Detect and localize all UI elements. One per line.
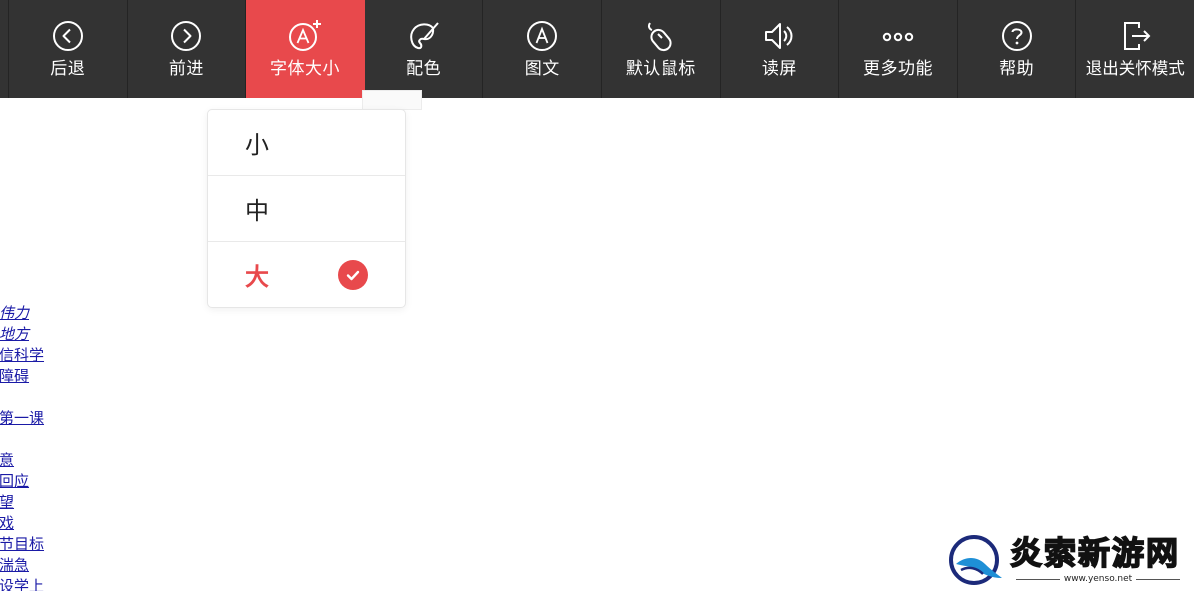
option-label: 中 (245, 197, 269, 225)
check-icon (338, 259, 368, 290)
page-link[interactable]: 信科学 (0, 345, 44, 365)
back-button[interactable]: 后退 (9, 0, 128, 98)
forward-button[interactable]: 前进 (128, 0, 247, 98)
page-link[interactable]: 地方 (0, 324, 29, 344)
page-link[interactable]: 戏 (0, 513, 14, 533)
font-size-menu: 小 中 大 (207, 109, 406, 308)
tooltip-ghost (362, 90, 422, 110)
exit-care-mode-label: 退出关怀模式 (1085, 59, 1185, 78)
text-image-label: 图文 (524, 59, 560, 79)
watermark-url: www.yenso.net (1063, 574, 1133, 584)
forward-label: 前进 (168, 59, 204, 79)
page-link[interactable]: 望 (0, 492, 14, 512)
option-label: 小 (245, 131, 269, 159)
page-link[interactable]: 意 (0, 450, 14, 470)
more-functions-button[interactable]: 更多功能 (839, 0, 958, 98)
divider (1136, 578, 1181, 580)
toolbar-edge (0, 0, 9, 98)
default-mouse-button[interactable]: 默认鼠标 (602, 0, 721, 98)
font-size-option-medium[interactable]: 中 (208, 176, 405, 242)
help-label: 帮助 (999, 59, 1035, 79)
palette-icon (409, 22, 439, 50)
font-size-option-large[interactable]: 大 (208, 242, 405, 307)
more-icon (882, 32, 914, 42)
screen-reader-button[interactable]: 读屏 (721, 0, 840, 98)
more-functions-label: 更多功能 (863, 59, 934, 79)
exit-care-mode-button[interactable]: 退出关怀模式 (1076, 0, 1194, 98)
color-scheme-button[interactable]: 配色 (365, 0, 484, 98)
text-image-icon (527, 21, 558, 51)
text-image-button[interactable]: 图文 (483, 0, 603, 98)
watermark-logo-icon (949, 535, 1002, 585)
mouse-icon (647, 22, 672, 52)
exit-icon (1124, 22, 1151, 50)
font-size-option-small[interactable]: 小 (208, 110, 405, 176)
watermark-url-row: www.yenso.net (1012, 573, 1184, 585)
help-button[interactable]: 帮助 (958, 0, 1077, 98)
default-mouse-label: 默认鼠标 (625, 59, 696, 79)
page-link[interactable]: 障碍 (0, 366, 29, 386)
page-link[interactable]: 设学上 (0, 576, 44, 591)
page-link[interactable]: 节目标 (0, 534, 44, 554)
watermark-brand: 炎索新游网 (1009, 533, 1181, 573)
divider (1016, 578, 1060, 580)
font-size-label: 字体大小 (269, 59, 340, 79)
accessibility-toolbar: 后退 前进 字体大小 配色 图文 默认鼠标 读屏 更多功能 帮助 退出关怀模式 (0, 0, 1194, 98)
page-link[interactable]: 第一课 (0, 408, 44, 428)
back-label: 后退 (50, 59, 86, 79)
help-icon (1001, 21, 1032, 51)
option-label: 大 (245, 263, 269, 291)
page-link[interactable]: 回应 (0, 471, 29, 491)
page-link[interactable]: 湍急 (0, 555, 29, 575)
color-scheme-label: 配色 (406, 59, 442, 79)
font-size-button[interactable]: 字体大小 (246, 0, 365, 98)
screen-reader-label: 读屏 (761, 59, 797, 79)
speaker-icon (765, 23, 793, 49)
font-size-icon (288, 20, 321, 51)
site-watermark: 炎索新游网 www.yenso.net (944, 532, 1189, 588)
back-icon (52, 21, 83, 51)
page-link[interactable]: 伟力 (0, 303, 29, 323)
forward-icon (171, 21, 202, 51)
